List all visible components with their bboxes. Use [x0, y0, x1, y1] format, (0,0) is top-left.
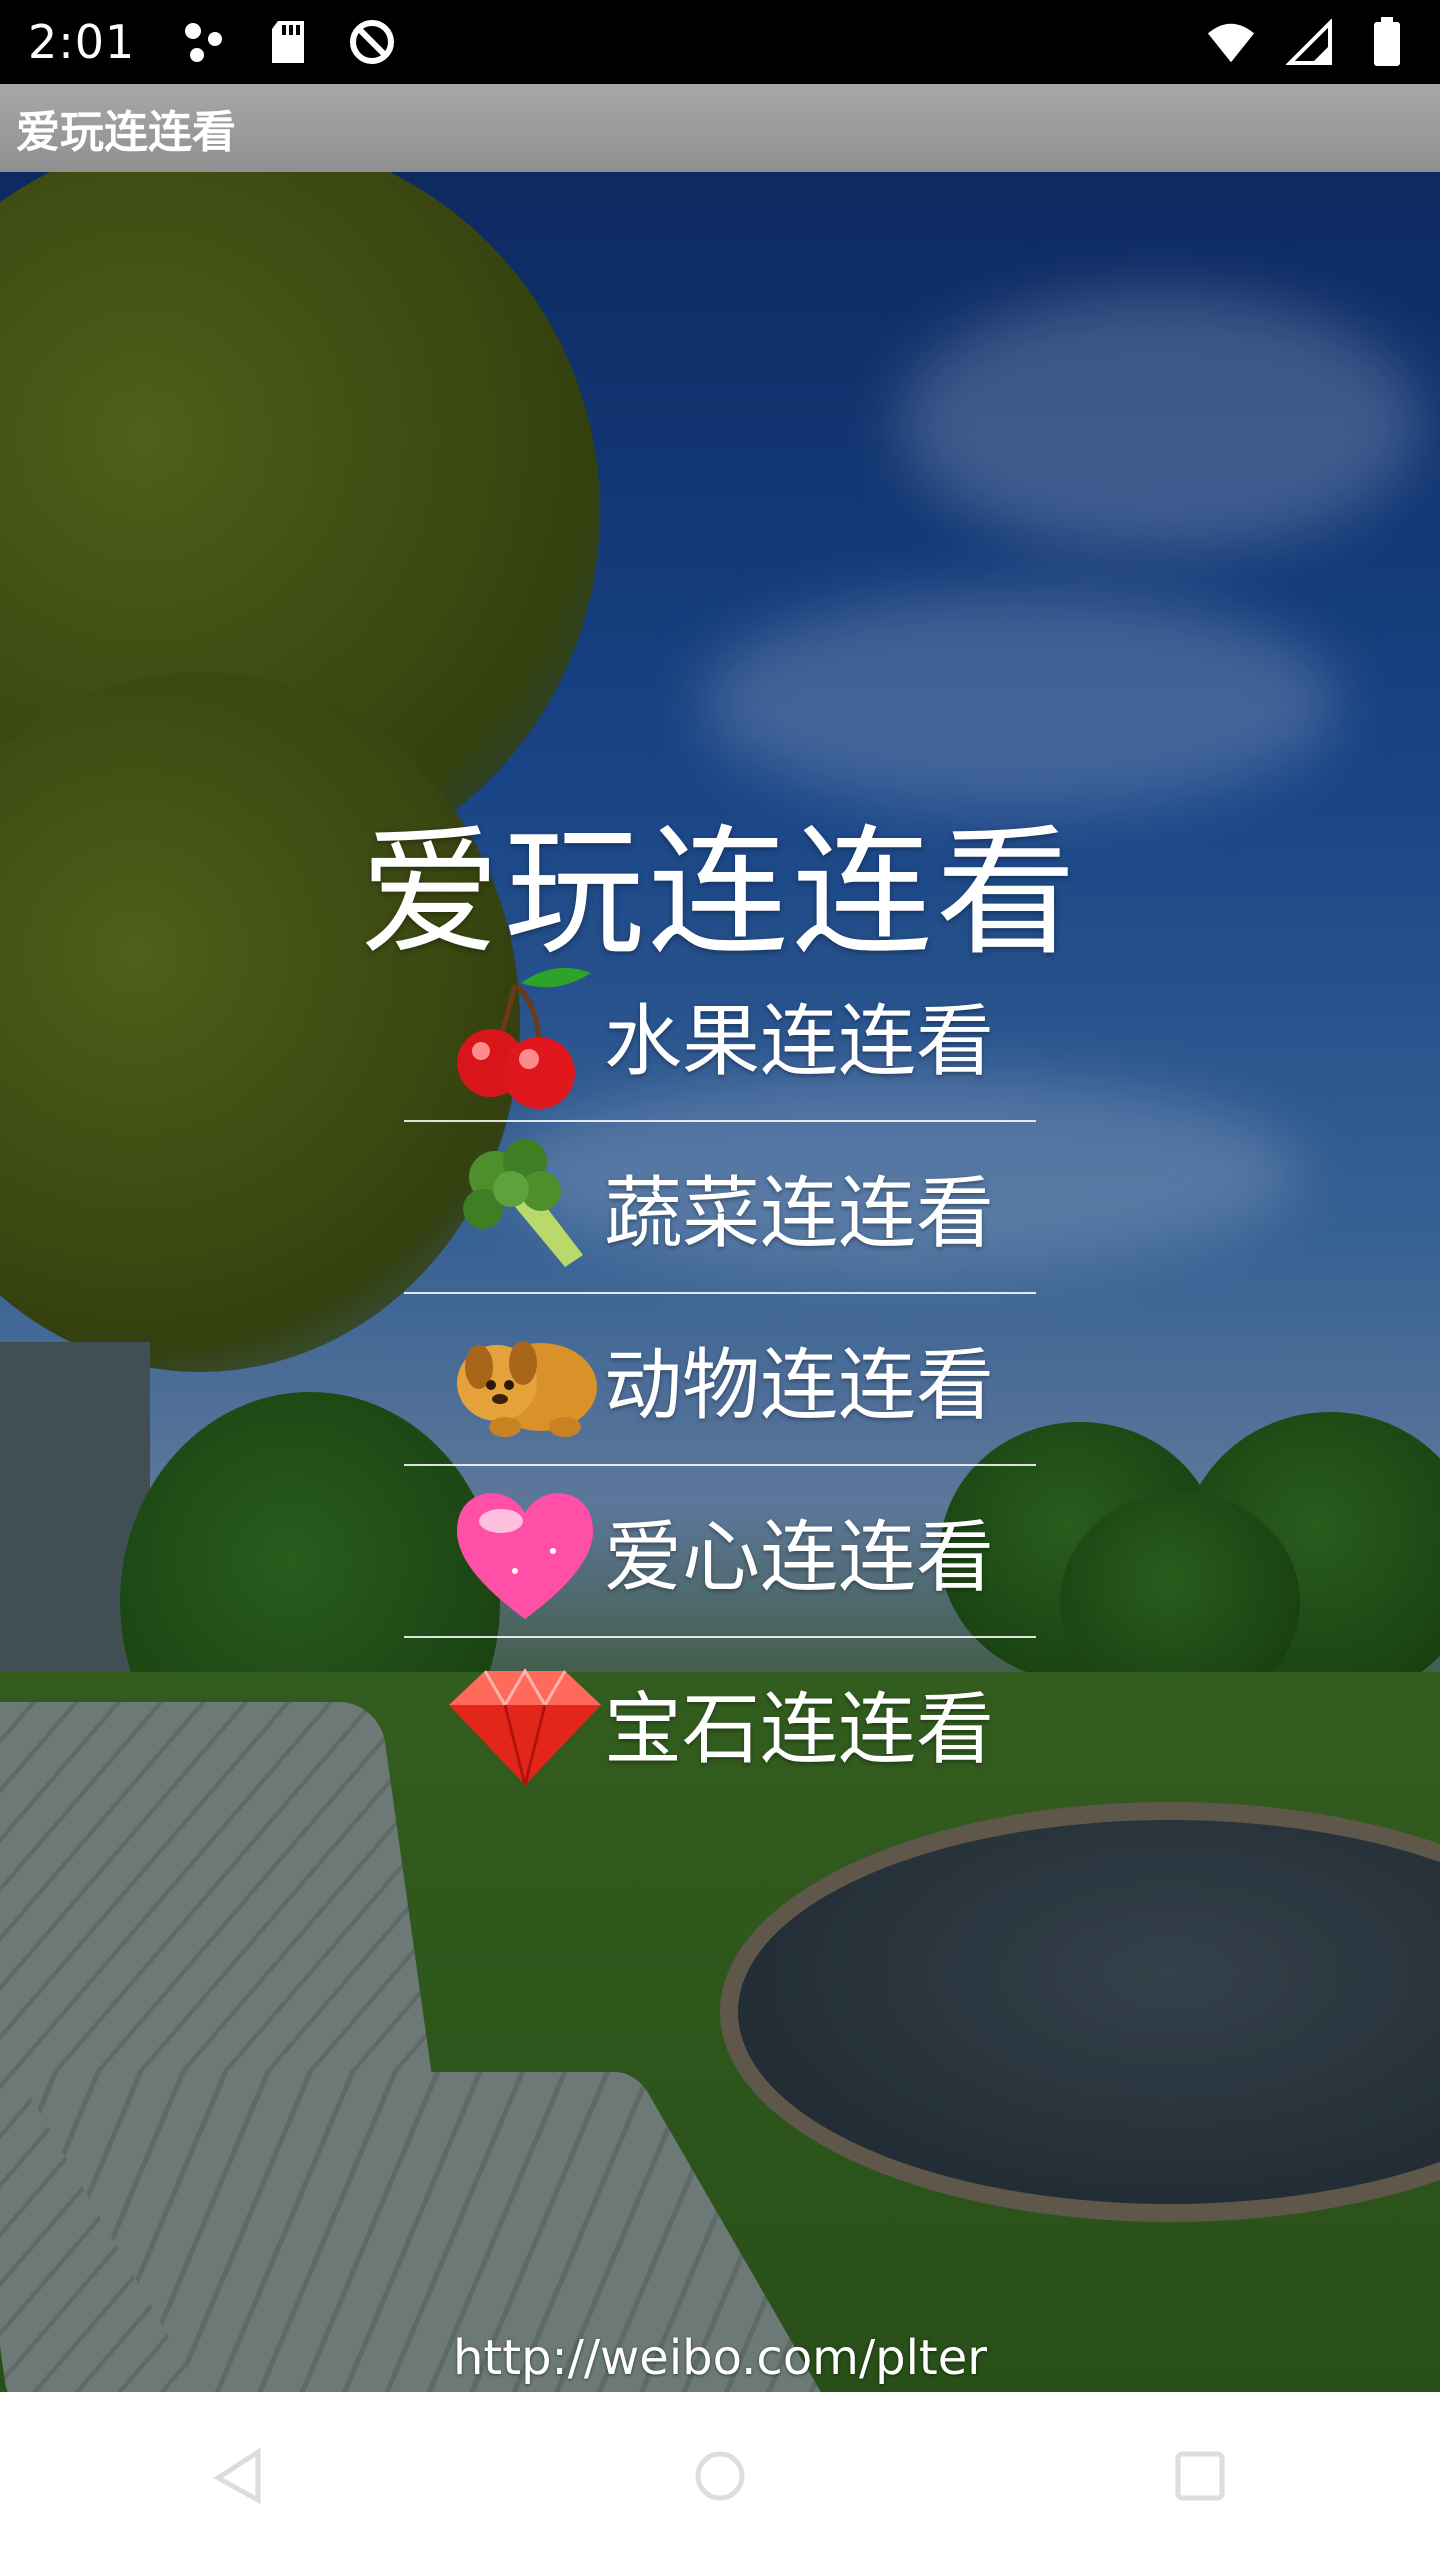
author-link[interactable]: http://weibo.com/plter	[0, 2330, 1440, 2386]
app-bar: 爱玩连连看	[0, 84, 1440, 172]
wifi-icon	[1206, 17, 1256, 67]
app-title: 爱玩连连看	[16, 107, 236, 158]
signal-icon	[1284, 17, 1334, 67]
battery-icon	[1362, 17, 1412, 67]
status-bar: 2:01	[0, 0, 1440, 84]
menu-item-animal[interactable]: 动物连连看	[404, 1294, 1036, 1464]
gem-icon	[440, 1638, 610, 1808]
navigation-bar	[0, 2392, 1440, 2560]
sync-icon	[179, 17, 229, 67]
menu-item-fruit[interactable]: 水果连连看	[404, 950, 1036, 1120]
menu-item-label: 动物连连看	[604, 1341, 995, 1431]
cherry-icon	[440, 950, 610, 1120]
menu-item-label: 蔬菜连连看	[604, 1169, 995, 1259]
heart-icon	[440, 1466, 610, 1636]
menu-item-heart[interactable]: 爱心连连看	[404, 1466, 1036, 1636]
no-data-icon	[347, 17, 397, 67]
recents-icon[interactable]	[1155, 2431, 1245, 2521]
menu-item-label: 水果连连看	[604, 997, 995, 1087]
sd-card-icon	[263, 17, 313, 67]
broccoli-icon	[440, 1122, 610, 1292]
back-icon[interactable]	[195, 2431, 285, 2521]
home-icon[interactable]	[675, 2431, 765, 2521]
status-time: 2:01	[28, 15, 136, 69]
menu-item-label: 爱心连连看	[604, 1513, 995, 1603]
dog-icon	[440, 1294, 610, 1464]
menu-item-label: 宝石连连看	[604, 1685, 995, 1775]
game-mode-menu: 水果连连看 蔬菜连连看 动物连连看 爱心连连看 宝石连连看	[404, 950, 1036, 1808]
menu-item-gem[interactable]: 宝石连连看	[404, 1638, 1036, 1808]
menu-item-vegetable[interactable]: 蔬菜连连看	[404, 1122, 1036, 1292]
